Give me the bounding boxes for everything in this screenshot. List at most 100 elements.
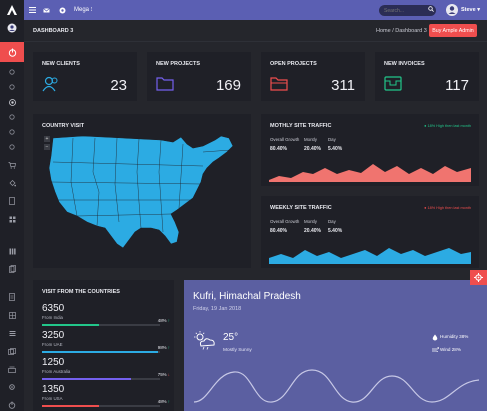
settings-button[interactable] bbox=[470, 270, 487, 285]
buy-button[interactable]: Buy Ample Admin bbox=[429, 24, 477, 37]
app-logo[interactable] bbox=[0, 0, 24, 20]
country-percent: 48% ↑ bbox=[158, 399, 170, 404]
sidebar-item-list[interactable] bbox=[7, 328, 17, 338]
percent-label: 75% bbox=[157, 372, 167, 377]
invoice-icon bbox=[384, 76, 402, 93]
columns-icon bbox=[9, 248, 16, 254]
sidebar-item-columns[interactable] bbox=[7, 246, 17, 256]
sidebar-item-6[interactable] bbox=[7, 142, 17, 152]
sidebar-item-logout[interactable] bbox=[7, 400, 17, 410]
sidebar-item-table[interactable] bbox=[7, 310, 17, 320]
sidebar-item-windows[interactable] bbox=[7, 346, 17, 356]
paint-bucket-icon bbox=[9, 179, 16, 186]
cart-icon bbox=[8, 161, 16, 169]
country-percent: 48% ↑ bbox=[158, 318, 170, 323]
trend-up-icon: ↑ bbox=[167, 318, 170, 323]
stat-value: 169 bbox=[215, 77, 241, 94]
sidebar-item-cart[interactable] bbox=[7, 160, 17, 170]
sidebar-item-5[interactable] bbox=[7, 127, 17, 137]
progress-fill bbox=[42, 378, 131, 380]
weather-date: Friday, 19 Jan 2018 bbox=[193, 306, 242, 312]
stat-label: NEW INVOICES bbox=[384, 61, 425, 67]
sidebar-item-1[interactable] bbox=[7, 67, 17, 77]
list-icon bbox=[9, 330, 15, 336]
gear-icon bbox=[474, 273, 483, 282]
sidebar-item-settings[interactable] bbox=[7, 382, 17, 392]
country-percent: 75% ↓ bbox=[158, 372, 170, 377]
circle-icon bbox=[9, 144, 15, 150]
usa-map[interactable] bbox=[43, 132, 243, 252]
circle-icon bbox=[9, 114, 15, 120]
power-icon bbox=[8, 401, 16, 409]
overall-growth-value: 80.40% bbox=[270, 228, 287, 234]
copy-icon bbox=[8, 265, 16, 273]
weather-humidity: Humidity 38% bbox=[440, 334, 469, 339]
sidebar-item-4[interactable] bbox=[7, 112, 17, 122]
wind-icon bbox=[432, 347, 439, 353]
notification-icon[interactable] bbox=[57, 5, 67, 15]
progress-bar bbox=[42, 405, 160, 407]
power-icon bbox=[8, 48, 16, 57]
monthly-traffic-chart bbox=[269, 164, 471, 182]
monthly-value: 20.40% bbox=[304, 146, 321, 152]
stat-card-open-projects: OPEN PROJECTS 311 bbox=[261, 52, 365, 101]
card-title: MOTHLY SITE TRAFFIC bbox=[270, 123, 332, 129]
weather-temp: 25° bbox=[223, 332, 239, 343]
search-icon[interactable] bbox=[428, 6, 434, 14]
day-value: 5.40% bbox=[328, 228, 343, 234]
circle-icon bbox=[9, 69, 15, 75]
card-title: VISIT FROM THE COUNTRIES bbox=[42, 289, 120, 295]
humidity-icon bbox=[432, 334, 438, 341]
country-value: 3250 bbox=[42, 330, 65, 341]
menu-toggle-icon[interactable] bbox=[27, 5, 37, 15]
gear-icon bbox=[9, 384, 15, 390]
document-icon bbox=[9, 197, 15, 205]
country-value: 6350 bbox=[42, 303, 65, 314]
stat-value: 117 bbox=[445, 77, 469, 94]
windows-icon bbox=[8, 347, 16, 355]
progress-fill bbox=[42, 324, 99, 326]
stat-label: NEW PROJECTS bbox=[156, 61, 201, 67]
weekly-traffic-card: WEEKLY SITE TRAFFIC ● 18% High then last… bbox=[261, 196, 479, 268]
trend-up-icon: ↑ bbox=[167, 399, 170, 404]
mail-icon[interactable] bbox=[41, 5, 51, 15]
weekly-traffic-area bbox=[269, 248, 471, 264]
percent-label: 48% bbox=[157, 318, 167, 323]
user-name[interactable]: Steve ▾ bbox=[461, 7, 480, 13]
mega-menu-link[interactable]: Mega ⁝ bbox=[74, 6, 93, 13]
percent-label: 48% bbox=[157, 399, 167, 404]
sidebar-item-grid[interactable] bbox=[7, 214, 17, 224]
traffic-note: ● 18% High then last month bbox=[424, 206, 471, 210]
weather-forecast-chart bbox=[194, 369, 479, 403]
breadcrumb[interactable]: Home / Dashboard 3 bbox=[376, 28, 427, 34]
overall-growth-label: Overall Growth bbox=[270, 219, 300, 224]
stat-value: 23 bbox=[110, 77, 127, 94]
progress-fill bbox=[42, 351, 158, 353]
sidebar-item-dashboard[interactable] bbox=[0, 42, 24, 62]
sidebar-item-copy[interactable] bbox=[7, 264, 17, 274]
sidebar-item-layers[interactable] bbox=[7, 364, 17, 374]
users-icon bbox=[42, 76, 60, 94]
monthly-traffic-card: MOTHLY SITE TRAFFIC ● 18% High then last… bbox=[261, 114, 479, 186]
user-name-label: Steve bbox=[461, 7, 476, 13]
sidebar-item-3[interactable] bbox=[7, 97, 17, 107]
target-icon bbox=[8, 98, 16, 106]
stat-card-new-clients: NEW CLIENTS 23 bbox=[33, 52, 137, 101]
day-value: 5.40% bbox=[328, 146, 343, 152]
percent-label: 98% bbox=[157, 345, 167, 350]
monthly-label: Montly bbox=[304, 219, 317, 224]
folder-icon bbox=[156, 76, 174, 93]
user-avatar[interactable] bbox=[446, 4, 458, 16]
trend-down-icon: ↓ bbox=[167, 372, 170, 377]
monthly-label: Montly bbox=[304, 137, 317, 142]
progress-bar bbox=[42, 351, 160, 353]
country-name: From UAE bbox=[42, 342, 63, 347]
top-bar: Mega ⁝ Steve ▾ bbox=[0, 0, 487, 20]
sidebar-item-doc[interactable] bbox=[7, 196, 17, 206]
circle-icon bbox=[9, 129, 15, 135]
sidebar-item-2[interactable] bbox=[7, 82, 17, 92]
sidebar-item-file[interactable] bbox=[7, 292, 17, 302]
user-profile-icon[interactable] bbox=[7, 23, 17, 33]
sidebar-item-paint[interactable] bbox=[7, 178, 17, 188]
monthly-value: 20.40% bbox=[304, 228, 321, 234]
